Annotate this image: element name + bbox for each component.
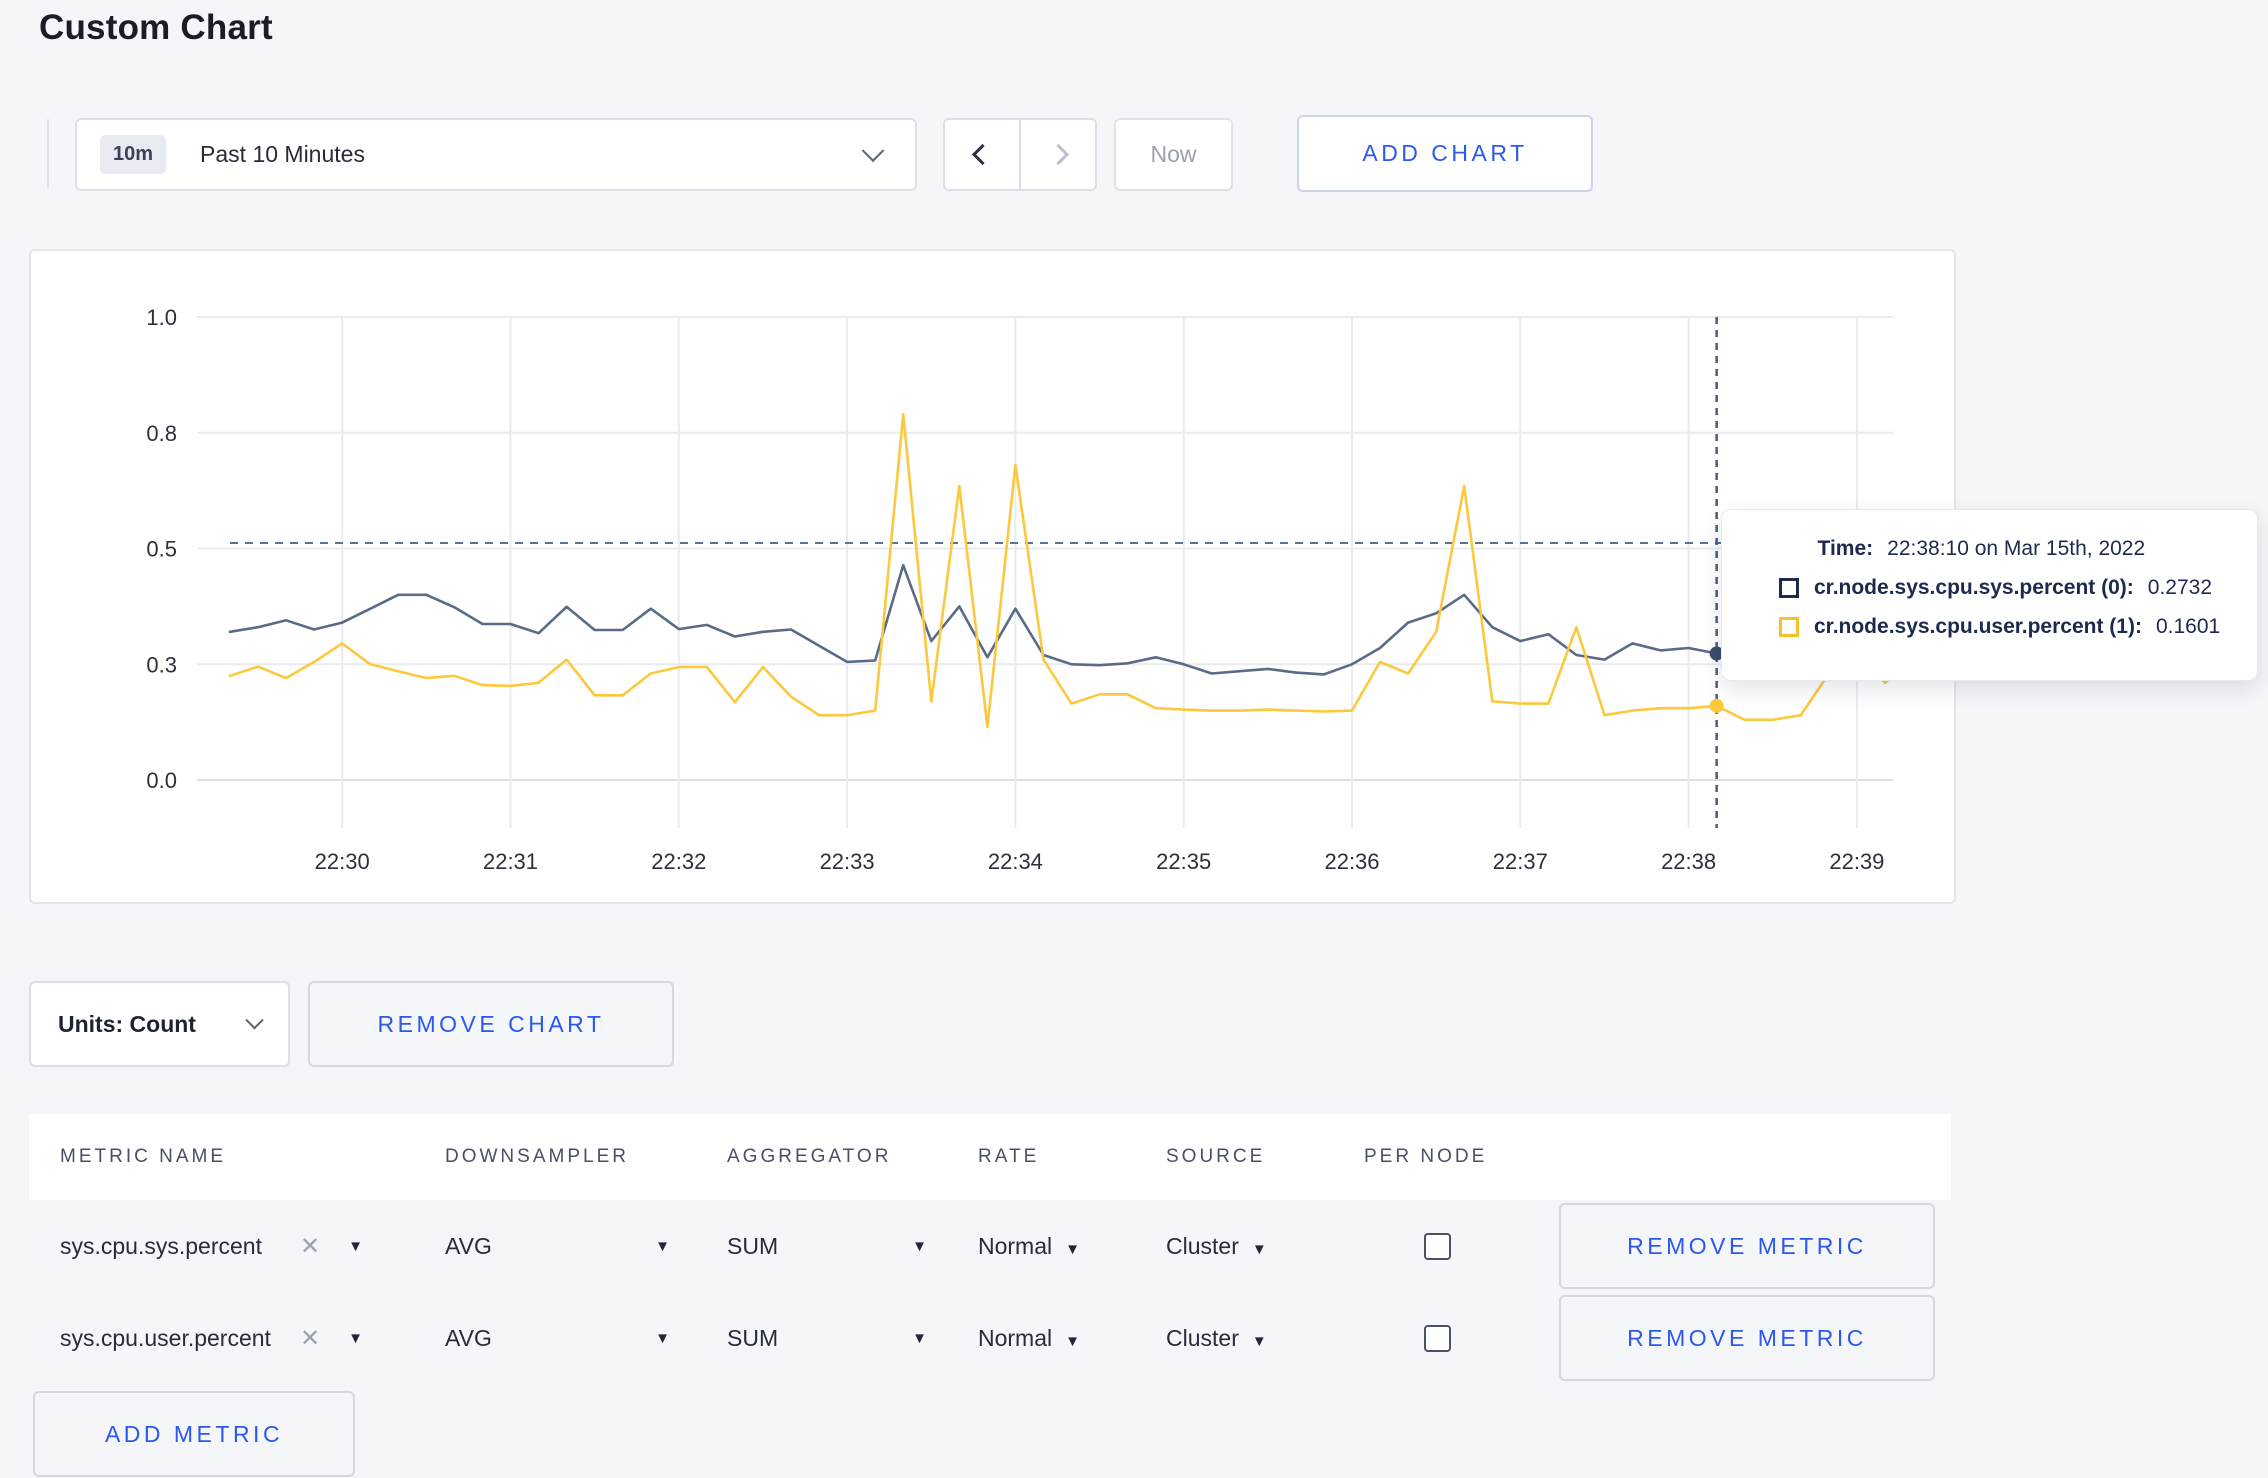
units-select[interactable]: Units: Count	[29, 981, 290, 1067]
svg-text:22:33: 22:33	[820, 849, 875, 874]
chevron-down-icon	[861, 138, 885, 162]
time-pager	[943, 118, 1097, 191]
metric-row: sys.cpu.user.percent ✕ ▼ AVG ▼ SUM ▼ Nor…	[29, 1292, 1951, 1384]
downsampler-select[interactable]: AVG ▼	[445, 1233, 670, 1260]
caret-down-icon: ▼	[1065, 1332, 1080, 1350]
add-chart-button[interactable]: ADD CHART	[1297, 115, 1593, 192]
svg-text:0.3: 0.3	[146, 652, 177, 677]
header-downsampler: DOWNSAMPLER	[445, 1146, 629, 1167]
units-label: Units: Count	[58, 1010, 196, 1037]
caret-down-icon: ▼	[912, 1237, 927, 1255]
page-title: Custom Chart	[39, 8, 273, 47]
metric-name-select[interactable]: sys.cpu.user.percent ✕ ▼	[60, 1324, 445, 1353]
downsampler-value: AVG	[445, 1232, 492, 1259]
time-range-badge: 10m	[100, 135, 167, 174]
header-rate: RATE	[978, 1146, 1040, 1167]
tooltip-time-label: Time:	[1817, 537, 1874, 560]
cpu-usage-chart[interactable]: 0.0 0.3 0.5 0.8 1.0 22:30 22:31 22:32 22:33 22:34…	[31, 251, 1954, 902]
caret-down-icon: ▼	[655, 1237, 670, 1255]
header-per-node: PER NODE	[1364, 1146, 1488, 1167]
chart-tooltip: Time: 22:38:10 on Mar 15th, 2022 cr.node…	[1721, 509, 2258, 681]
rate-select[interactable]: Normal ▼	[978, 1325, 1080, 1352]
tooltip-series-row: cr.node.sys.cpu.sys.percent (0): 0.2732	[1779, 576, 2237, 600]
chevron-left-icon	[971, 143, 993, 166]
header-source: SOURCE	[1166, 1146, 1266, 1167]
svg-text:22:32: 22:32	[651, 849, 706, 874]
aggregator-value: SUM	[727, 1232, 779, 1259]
svg-text:0.0: 0.0	[146, 768, 177, 793]
source-select[interactable]: Cluster ▼	[1166, 1325, 1267, 1352]
clear-metric-icon[interactable]: ✕	[300, 1324, 320, 1353]
chevron-right-icon	[1047, 143, 1069, 166]
remove-metric-button[interactable]: REMOVE METRIC	[1559, 1203, 1935, 1289]
toolbar-divider	[47, 119, 49, 189]
remove-metric-button[interactable]: REMOVE METRIC	[1559, 1295, 1935, 1381]
svg-text:22:38: 22:38	[1661, 849, 1716, 874]
tooltip-user-name: cr.node.sys.cpu.user.percent (1):	[1814, 615, 2142, 638]
svg-text:0.8: 0.8	[146, 421, 177, 446]
aggregator-select[interactable]: SUM ▼	[727, 1233, 927, 1260]
svg-text:22:39: 22:39	[1829, 849, 1884, 874]
downsampler-value: AVG	[445, 1324, 492, 1351]
source-value: Cluster	[1166, 1232, 1239, 1259]
svg-text:1.0: 1.0	[146, 305, 177, 330]
sys-series-swatch-icon	[1779, 578, 1799, 598]
caret-down-icon: ▼	[348, 1237, 363, 1255]
caret-down-icon: ▼	[1065, 1240, 1080, 1258]
tooltip-time-value: 22:38:10 on Mar 15th, 2022	[1887, 537, 2146, 560]
series-line-0	[228, 563, 1915, 676]
caret-down-icon: ▼	[1251, 1332, 1267, 1350]
clear-metric-icon[interactable]: ✕	[300, 1232, 320, 1261]
tooltip-sys-name: cr.node.sys.cpu.sys.percent (0):	[1814, 576, 2134, 599]
tooltip-time-row: Time: 22:38:10 on Mar 15th, 2022	[1779, 537, 2237, 561]
caret-down-icon: ▼	[912, 1329, 927, 1347]
chart-gridlines	[197, 316, 1893, 828]
remove-chart-button[interactable]: REMOVE CHART	[308, 981, 674, 1067]
time-range-select[interactable]: 10m Past 10 Minutes	[75, 118, 917, 191]
user-series-swatch-icon	[1779, 617, 1799, 637]
metric-name-select[interactable]: sys.cpu.sys.percent ✕ ▼	[60, 1232, 445, 1261]
source-value: Cluster	[1166, 1324, 1239, 1351]
svg-text:22:31: 22:31	[483, 849, 538, 874]
per-node-checkbox[interactable]	[1424, 1324, 1451, 1352]
prev-time-button[interactable]	[945, 120, 1019, 189]
series-line-1	[228, 412, 1915, 729]
add-metric-button[interactable]: ADD METRIC	[33, 1391, 355, 1477]
chevron-down-icon	[245, 1010, 264, 1029]
source-select[interactable]: Cluster ▼	[1166, 1233, 1267, 1260]
svg-text:22:34: 22:34	[988, 849, 1043, 874]
rate-select[interactable]: Normal ▼	[978, 1233, 1080, 1260]
aggregator-value: SUM	[727, 1324, 779, 1351]
svg-text:0.5: 0.5	[146, 537, 177, 562]
metric-name-value: sys.cpu.user.percent	[60, 1324, 271, 1351]
rate-value: Normal	[978, 1232, 1053, 1259]
tooltip-series-row: cr.node.sys.cpu.user.percent (1): 0.1601	[1779, 615, 2237, 639]
time-range-label: Past 10 Minutes	[200, 141, 365, 167]
tooltip-user-value: 0.1601	[2155, 615, 2221, 638]
header-metric-name: METRIC NAME	[60, 1146, 226, 1167]
svg-text:22:30: 22:30	[315, 849, 370, 874]
now-button[interactable]: Now	[1114, 118, 1233, 191]
caret-down-icon: ▼	[655, 1329, 670, 1347]
aggregator-select[interactable]: SUM ▼	[727, 1325, 927, 1352]
hover-marker-1	[1709, 698, 1724, 713]
next-time-button[interactable]	[1019, 120, 1095, 189]
svg-text:22:35: 22:35	[1156, 849, 1211, 874]
chart-card: 0.0 0.3 0.5 0.8 1.0 22:30 22:31 22:32 22:33 22:34…	[29, 249, 1956, 904]
per-node-checkbox[interactable]	[1424, 1232, 1451, 1260]
svg-text:22:36: 22:36	[1324, 849, 1379, 874]
caret-down-icon: ▼	[1251, 1240, 1267, 1258]
header-aggregator: AGGREGATOR	[727, 1146, 892, 1167]
caret-down-icon: ▼	[348, 1329, 363, 1347]
tooltip-sys-value: 0.2732	[2147, 576, 2213, 599]
svg-text:22:37: 22:37	[1493, 849, 1548, 874]
downsampler-select[interactable]: AVG ▼	[445, 1325, 670, 1352]
metrics-table-header: METRIC NAME DOWNSAMPLER AGGREGATOR RATE …	[29, 1114, 1951, 1200]
rate-value: Normal	[978, 1324, 1053, 1351]
metric-name-value: sys.cpu.sys.percent	[60, 1232, 262, 1259]
metric-row: sys.cpu.sys.percent ✕ ▼ AVG ▼ SUM ▼ Norm…	[29, 1200, 1951, 1292]
